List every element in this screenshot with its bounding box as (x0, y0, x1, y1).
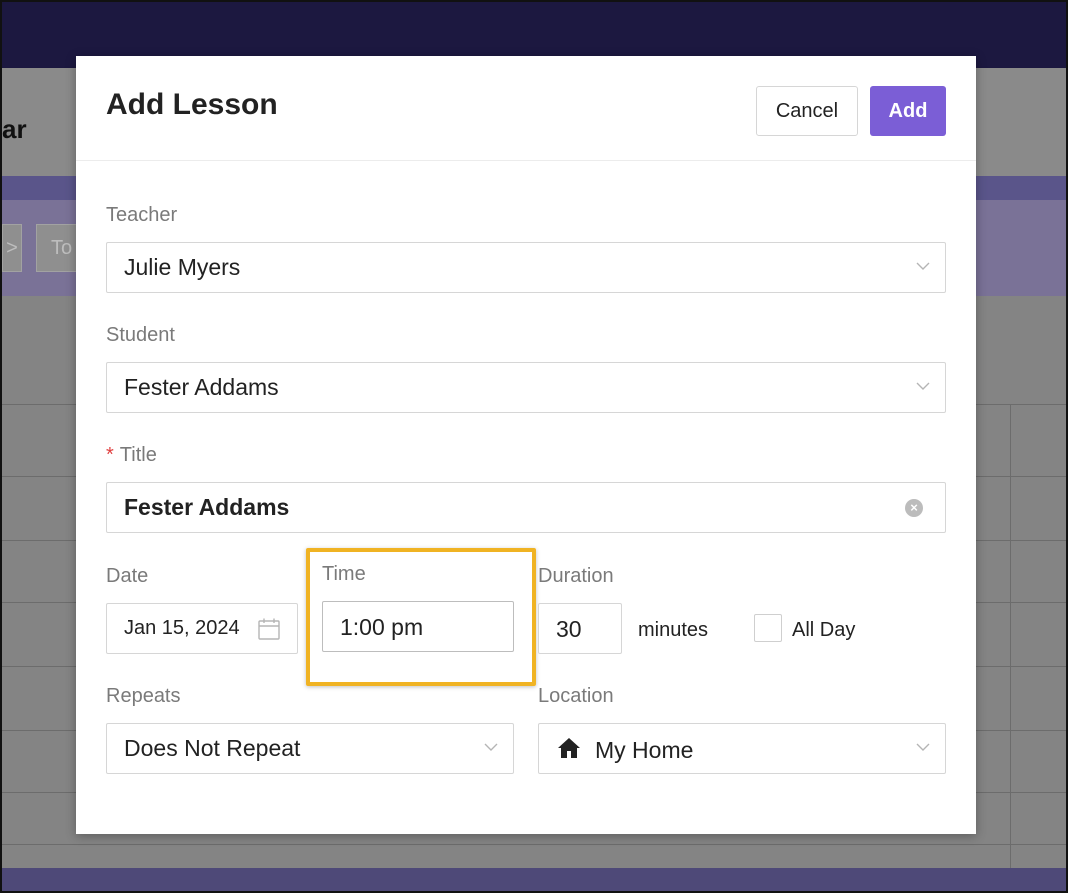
required-mark: * (106, 444, 114, 466)
chevron-down-icon (916, 382, 930, 390)
home-icon (558, 738, 580, 758)
calendar-icon (258, 618, 280, 640)
time-value: 1:00 pm (340, 614, 424, 640)
teacher-value: Julie Myers (124, 254, 241, 280)
screen-frame: ar > To Add Lesson Cancel Add Teacher Ju… (2, 2, 1066, 891)
student-select[interactable]: Fester Addams (106, 362, 946, 413)
title-input[interactable]: Fester Addams × (106, 482, 946, 533)
cancel-button[interactable]: Cancel (756, 86, 858, 136)
app-page-title: ar (2, 114, 27, 144)
calendar-grid-line (1010, 404, 1011, 868)
title-label-text: Title (119, 444, 157, 466)
add-lesson-dialog: Add Lesson Cancel Add Teacher Julie Myer… (76, 56, 976, 834)
chevron-down-icon (484, 743, 498, 751)
clear-icon[interactable]: × (905, 499, 923, 517)
teacher-label: Teacher (106, 204, 178, 226)
all-day-checkbox[interactable] (754, 614, 782, 642)
student-value: Fester Addams (124, 374, 279, 400)
teacher-select[interactable]: Julie Myers (106, 242, 946, 293)
duration-value: 30 (556, 616, 582, 642)
duration-input[interactable]: 30 (538, 603, 622, 654)
add-button[interactable]: Add (870, 86, 946, 136)
location-value: My Home (595, 737, 694, 763)
repeats-value: Does Not Repeat (124, 735, 301, 761)
duration-label: Duration (538, 565, 614, 587)
time-label: Time (322, 563, 366, 585)
time-input[interactable]: 1:00 pm (322, 601, 514, 652)
date-label: Date (106, 565, 149, 587)
location-label: Location (538, 685, 614, 707)
all-day-label: All Day (792, 619, 856, 641)
location-select[interactable]: My Home (538, 723, 946, 774)
repeats-label: Repeats (106, 685, 181, 707)
dialog-title: Add Lesson (106, 88, 278, 121)
next-arrow-button: > (2, 224, 22, 272)
date-value: Jan 15, 2024 (124, 617, 240, 639)
student-label: Student (106, 324, 175, 346)
dialog-header: Add Lesson Cancel Add (76, 56, 976, 161)
chevron-down-icon (916, 743, 930, 751)
title-value: Fester Addams (124, 494, 290, 520)
duration-unit: minutes (638, 619, 709, 641)
calendar-grid-line (2, 844, 1066, 845)
date-picker[interactable]: Jan 15, 2024 (106, 603, 298, 654)
title-label: * Title (106, 444, 157, 467)
chevron-down-icon (916, 262, 930, 270)
repeats-select[interactable]: Does Not Repeat (106, 723, 514, 774)
app-bottom-bar (2, 868, 1066, 891)
